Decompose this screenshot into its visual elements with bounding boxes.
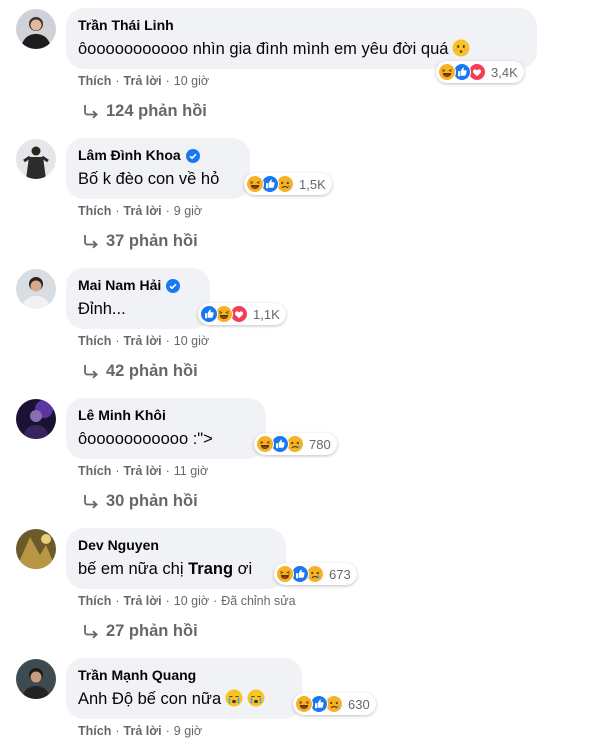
comment-text: Đỉnh...	[78, 300, 126, 318]
avatar[interactable]	[16, 139, 56, 179]
comment-bubble: Dev Nguyen bế em nữa chị Trang ơi	[66, 528, 286, 589]
reaction-summary[interactable]: 630	[293, 693, 376, 715]
view-replies-link[interactable]: 124 phản hồi	[82, 102, 207, 121]
like-action[interactable]: Thích	[78, 204, 111, 218]
commenter-name[interactable]: Lê Minh Khôi	[78, 406, 254, 425]
comment-time[interactable]: 10 giờ	[174, 594, 209, 608]
reply-action[interactable]: Trả lời	[124, 74, 162, 88]
like-action[interactable]: Thích	[78, 464, 111, 478]
haha-reaction-icon	[246, 175, 264, 193]
comment-meta: Thích · Trả lời · 9 giờ	[78, 724, 203, 738]
avatar[interactable]	[16, 9, 56, 49]
comment-time[interactable]: 9 giờ	[174, 204, 202, 218]
reaction-summary[interactable]: 673	[274, 563, 357, 585]
comment-bubble: Mai Nam Hải Đỉnh...	[66, 268, 210, 329]
commenter-name[interactable]: Mai Nam Hải	[78, 276, 198, 295]
comment-text: bế em nữa chị Trang ơi	[78, 560, 253, 578]
comment-meta: Thích · Trả lời · 10 giờ	[78, 74, 210, 88]
comment-meta: Thích · Trả lời · 9 giờ	[78, 204, 203, 218]
haha-reaction-icon	[276, 565, 294, 583]
avatar[interactable]	[16, 399, 56, 439]
comment-bubble: Trần Mạnh Quang Anh Độ bế con nữa	[66, 658, 302, 719]
comment-text: ôooooooooooo :">	[78, 430, 213, 448]
comment-time[interactable]: 10 giờ	[174, 74, 209, 88]
reply-action[interactable]: Trả lời	[124, 464, 162, 478]
commenter-name[interactable]: Trần Thái Linh	[78, 16, 525, 35]
verified-badge-icon	[186, 149, 200, 163]
reply-arrow-icon	[82, 624, 100, 640]
haha-reaction-icon	[256, 435, 274, 453]
comment-time[interactable]: 11 giờ	[174, 464, 208, 478]
commenter-name[interactable]: Trần Mạnh Quang	[78, 666, 290, 685]
reply-arrow-icon	[82, 494, 100, 510]
comment-text: ôooooooooooo nhìn gia đình mình em yêu đ…	[78, 37, 525, 61]
reply-action[interactable]: Trả lời	[124, 594, 162, 608]
reaction-count: 673	[329, 566, 351, 582]
haha-reaction-icon	[295, 695, 313, 713]
reaction-count: 630	[348, 696, 370, 712]
like-reaction-icon	[200, 305, 218, 323]
reply-arrow-icon	[82, 234, 100, 250]
reply-arrow-icon	[82, 364, 100, 380]
reply-action[interactable]: Trả lời	[124, 204, 162, 218]
cry-emoji-icon	[225, 689, 243, 707]
cry-emoji-icon	[247, 689, 265, 707]
commenter-name[interactable]: Lâm Đình Khoa	[78, 146, 238, 165]
comment-meta: Thích · Trả lời · 11 giờ	[78, 464, 209, 478]
reaction-count: 1,1K	[253, 306, 280, 322]
comment-meta: Thích · Trả lời · 10 giờ · Đã chỉnh sửa	[78, 594, 296, 608]
comment-time[interactable]: 9 giờ	[174, 724, 202, 738]
like-action[interactable]: Thích	[78, 334, 111, 348]
verified-badge-icon	[166, 279, 180, 293]
reaction-count: 3,4K	[491, 64, 518, 80]
reaction-summary[interactable]: 3,4K	[436, 61, 524, 83]
tagged-user[interactable]: Trang	[188, 560, 233, 578]
edited-label: Đã chỉnh sửa	[221, 594, 296, 608]
comment-text: Bố k đèo con về hỏ	[78, 170, 220, 188]
view-replies-link[interactable]: 42 phản hồi	[82, 362, 198, 381]
comment-time[interactable]: 10 giờ	[174, 334, 209, 348]
comment-meta: Thích · Trả lời · 10 giờ	[78, 334, 210, 348]
view-replies-link[interactable]: 30 phản hồi	[82, 492, 198, 511]
reaction-count: 1,5K	[299, 176, 326, 192]
comment-bubble: Trần Thái Linh ôooooooooooo nhìn gia đìn…	[66, 8, 537, 69]
comment-bubble: Lâm Đình Khoa Bố k đèo con về hỏ	[66, 138, 250, 199]
commenter-name[interactable]: Dev Nguyen	[78, 536, 274, 555]
view-replies-link[interactable]: 27 phản hồi	[82, 622, 198, 641]
like-action[interactable]: Thích	[78, 594, 111, 608]
comment-text: Anh Độ bế con nữa	[78, 687, 290, 711]
avatar[interactable]	[16, 269, 56, 309]
haha-reaction-icon	[438, 63, 456, 81]
reaction-summary[interactable]: 1,5K	[244, 173, 332, 195]
avatar[interactable]	[16, 659, 56, 699]
reaction-summary[interactable]: 1,1K	[198, 303, 286, 325]
reaction-summary[interactable]: 780	[254, 433, 337, 455]
like-action[interactable]: Thích	[78, 74, 111, 88]
reply-action[interactable]: Trả lời	[124, 724, 162, 738]
like-action[interactable]: Thích	[78, 724, 111, 738]
avatar[interactable]	[16, 529, 56, 569]
view-replies-link[interactable]: 37 phản hồi	[82, 232, 198, 251]
blush-emoji-icon	[452, 39, 470, 57]
reaction-count: 780	[309, 436, 331, 452]
comment-bubble: Lê Minh Khôi ôooooooooooo :">	[66, 398, 266, 459]
reply-arrow-icon	[82, 104, 100, 120]
reply-action[interactable]: Trả lời	[124, 334, 162, 348]
